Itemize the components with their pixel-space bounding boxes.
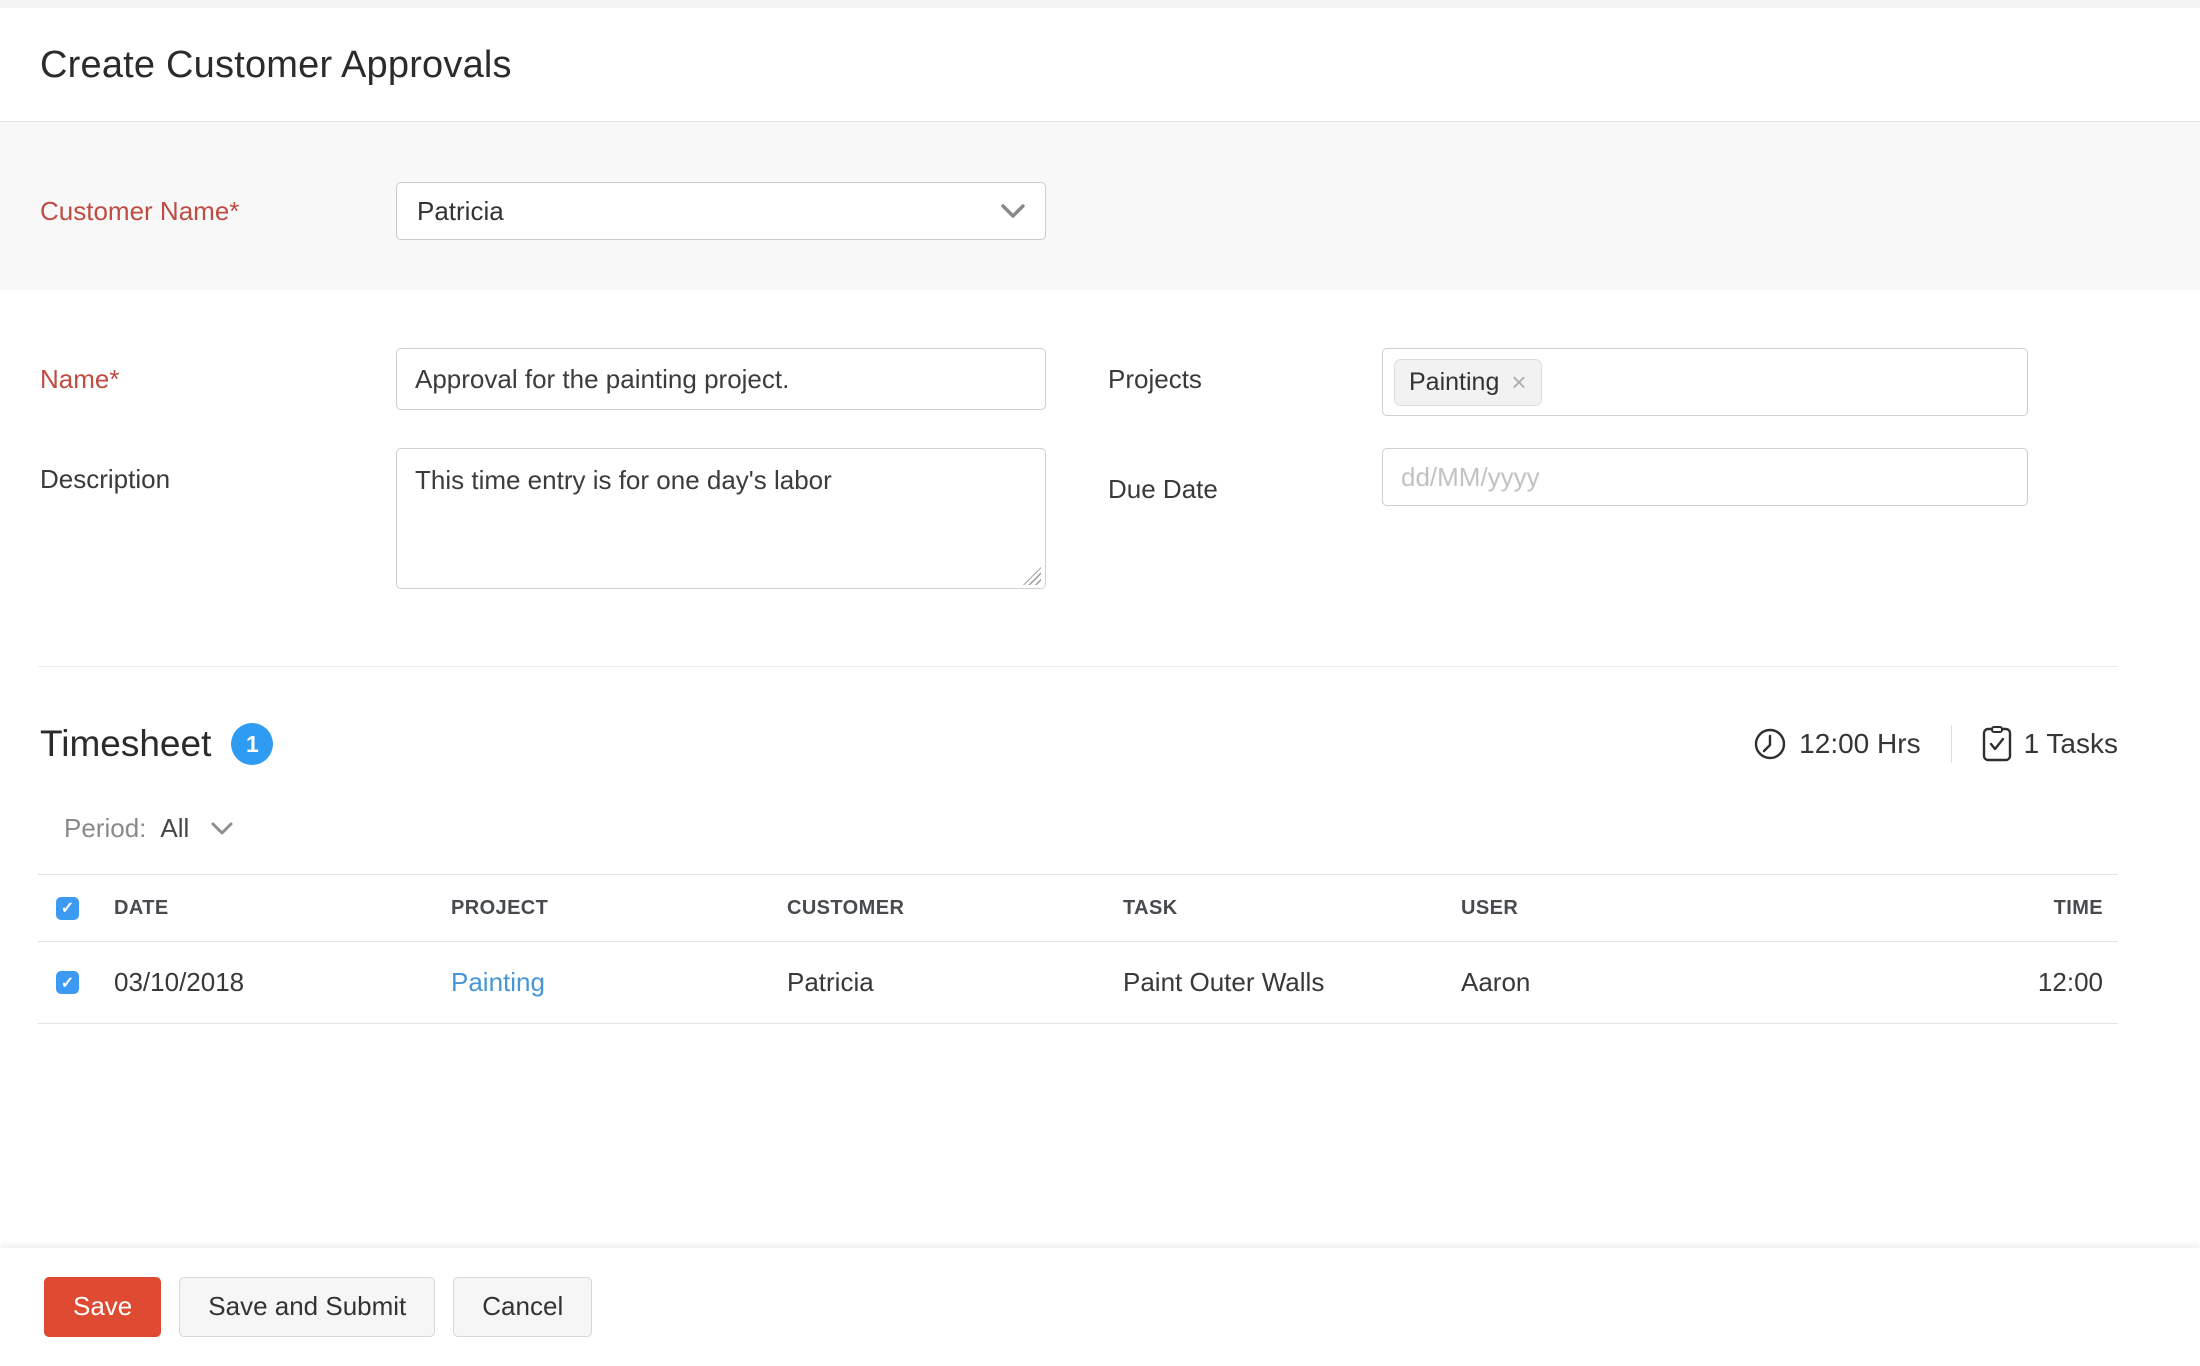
customer-name-label: Customer Name* [40,195,240,226]
period-value: All [160,813,190,843]
project-link[interactable]: Painting [451,967,545,997]
column-header-customer: CUSTOMER [787,896,905,919]
column-header-time: TIME [2053,896,2103,919]
remove-tag-icon[interactable]: × [1511,369,1526,395]
name-input[interactable] [396,348,1046,410]
form-action-bar: Save Save and Submit Cancel [0,1248,2200,1366]
timesheet-table: ✓ DATE PROJECT CUSTOMER TASK USER TIME ✓… [38,874,2118,1024]
cell-user: Aaron [1461,967,1531,997]
total-hours-stat: 12:00 Hrs [1753,727,1921,761]
chevron-down-icon [1001,203,1025,219]
page-title: Create Customer Approvals [40,44,512,86]
cell-time: 12:00 [2037,967,2103,997]
total-hours-value: 12:00 Hrs [1799,728,1921,759]
cell-task: Paint Outer Walls [1123,967,1325,997]
clipboard-check-icon [1982,726,2012,762]
column-header-project: PROJECT [451,896,549,919]
name-label: Name* [40,364,120,394]
table-row: ✓ 03/10/2018 Painting Patricia Paint Out… [38,942,2118,1024]
project-tag-label: Painting [1409,367,1500,396]
column-header-user: USER [1461,896,1519,919]
project-tag: Painting × [1394,358,1542,406]
stats-divider [1950,725,1952,763]
clock-icon [1753,727,1787,761]
period-label: Period: [64,813,147,843]
select-all-checkbox[interactable]: ✓ [56,896,79,920]
cell-customer: Patricia [787,967,874,997]
chevron-down-icon [203,822,233,836]
description-textarea[interactable]: This time entry is for one day's labor [396,448,1046,589]
description-label: Description [40,464,171,494]
timesheet-header: Timesheet 1 12:00 Hrs 1 Tasks [40,723,2118,765]
cell-date: 03/10/2018 [114,967,245,997]
table-header-row: ✓ DATE PROJECT CUSTOMER TASK USER TIME [38,875,2118,942]
timesheet-heading: Timesheet [40,723,212,764]
total-tasks-stat: 1 Tasks [1982,726,2118,762]
projects-tag-input[interactable]: Painting × [1382,348,2028,416]
save-button[interactable]: Save [44,1277,162,1337]
top-strip [0,0,2200,8]
page-header: Create Customer Approvals [0,8,2200,122]
customer-name-value: Patricia [417,195,504,226]
timesheet-count-badge: 1 [231,723,274,765]
save-and-submit-button[interactable]: Save and Submit [179,1277,436,1337]
due-date-input[interactable] [1382,448,2028,506]
customer-name-select[interactable]: Patricia [396,182,1046,240]
section-divider [38,666,2118,667]
period-filter[interactable]: Period: All [64,813,2200,844]
column-header-task: TASK [1123,896,1178,919]
cancel-button[interactable]: Cancel [453,1277,593,1337]
row-checkbox[interactable]: ✓ [56,971,79,994]
due-date-label: Due Date [1108,474,1218,504]
approval-form: Name* Projects Painting × Description Th… [0,290,2200,594]
projects-label: Projects [1108,364,1202,394]
customer-name-section: Customer Name* Patricia [0,122,2200,290]
column-header-date: DATE [114,896,169,919]
total-tasks-value: 1 Tasks [2023,728,2118,759]
